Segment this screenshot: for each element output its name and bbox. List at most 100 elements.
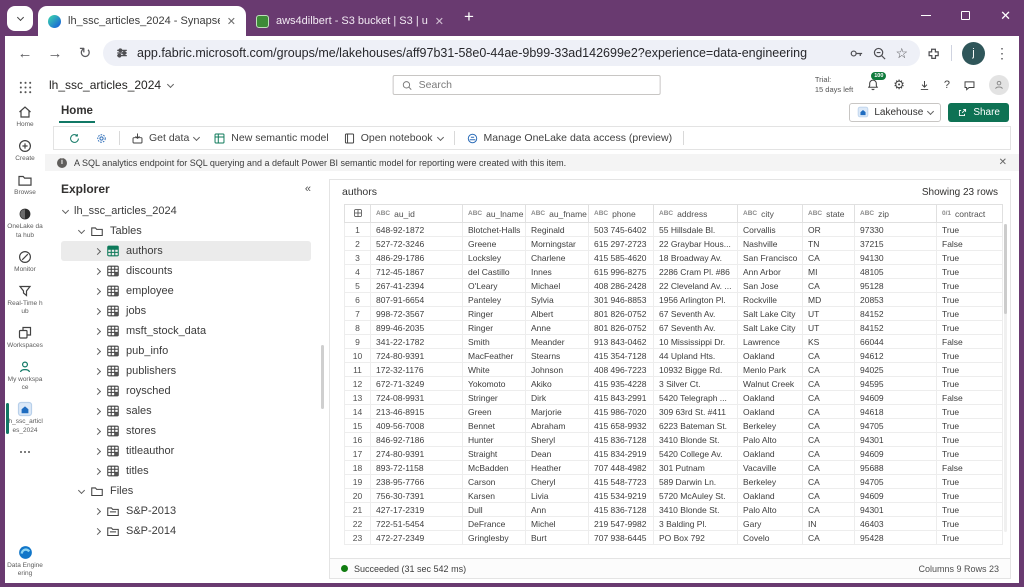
rail-item-lakehouse-item[interactable]: lh_ssc_articles_2024	[5, 397, 45, 439]
data-engineering-icon	[17, 544, 34, 561]
chevron-right-icon[interactable]	[94, 527, 101, 534]
tab-close-icon[interactable]: ✕	[227, 15, 236, 28]
item-title[interactable]: lh_ssc_articles_2024	[49, 78, 173, 92]
chevron-right-icon[interactable]	[94, 267, 101, 274]
minimize-button[interactable]	[921, 15, 931, 16]
tree-files-folder[interactable]: Files	[61, 481, 311, 501]
chevron-right-icon[interactable]	[94, 247, 101, 254]
tree-table-employee[interactable]: employee	[61, 281, 311, 301]
column-type-icon: 0/1	[942, 210, 951, 217]
address-bar[interactable]: app.fabric.microsoft.com/groups/me/lakeh…	[103, 40, 920, 66]
tree-table-authors[interactable]: authors	[61, 241, 311, 261]
table-settings-button[interactable]	[89, 127, 114, 149]
tree-tables-folder[interactable]: Tables	[61, 221, 311, 241]
tab-close-icon[interactable]: ✕	[435, 15, 444, 28]
reload-icon[interactable]: ↻	[73, 41, 97, 65]
tree-file-s-p-2013[interactable]: S&P-2013	[61, 501, 311, 521]
chevron-right-icon[interactable]	[94, 327, 101, 334]
share-button[interactable]: Share	[948, 103, 1009, 122]
browser-tab-inactive[interactable]: aws4dilbert - S3 bucket | S3 | us ✕	[246, 6, 454, 36]
browser-tab-active[interactable]: lh_ssc_articles_2024 - Synapse D ✕	[38, 6, 246, 36]
cell: 5720 McAuley St.	[654, 489, 738, 503]
cell: CA	[803, 251, 855, 265]
cell: CA	[803, 349, 855, 363]
back-icon[interactable]: ←	[13, 41, 37, 65]
panel-resize-handle[interactable]	[321, 345, 324, 409]
column-name: address	[677, 209, 707, 219]
tree-table-roysched[interactable]: roysched	[61, 381, 311, 401]
rail-item-my-workspace[interactable]: My workspace	[5, 355, 45, 397]
settings-gear-icon[interactable]: ⚙	[893, 77, 905, 93]
tree-table-pub_info[interactable]: pub_info	[61, 341, 311, 361]
forward-icon[interactable]: →	[43, 41, 67, 65]
new-semantic-model-button[interactable]: New semantic model	[207, 127, 334, 149]
extensions-icon[interactable]	[926, 46, 941, 61]
vertical-scrollbar[interactable]	[1004, 224, 1007, 532]
rail-item-onelake-data-hub[interactable]: OneLake data hub	[5, 202, 45, 244]
account-avatar[interactable]	[989, 75, 1009, 95]
chevron-right-icon[interactable]	[94, 287, 101, 294]
manage-onelake-data-access-preview-button[interactable]: Manage OneLake data access (preview)	[460, 127, 679, 149]
chevron-right-icon[interactable]	[94, 367, 101, 374]
tree-table-sales[interactable]: sales	[61, 401, 311, 421]
chevron-down-icon[interactable]	[62, 206, 69, 213]
rail-item-monitor[interactable]: Monitor	[5, 245, 45, 279]
cell: 3 Silver Ct.	[654, 377, 738, 391]
chevron-right-icon[interactable]	[94, 507, 101, 514]
refresh-button[interactable]	[62, 127, 87, 149]
zoom-out-icon[interactable]	[872, 46, 887, 61]
open-notebook-button[interactable]: Open notebook	[337, 127, 449, 149]
cell: Dean	[526, 447, 589, 461]
tab-home[interactable]: Home	[59, 102, 95, 123]
tree-root[interactable]: lh_ssc_articles_2024	[61, 201, 311, 221]
chevron-down-icon[interactable]	[78, 226, 85, 233]
chevron-right-icon[interactable]	[94, 307, 101, 314]
chevron-right-icon[interactable]	[94, 447, 101, 454]
cell: MI	[803, 265, 855, 279]
password-key-icon[interactable]	[849, 46, 864, 61]
search-input[interactable]: Search	[393, 75, 661, 95]
rail-item-browse[interactable]: Browse	[5, 168, 45, 202]
tree-table-jobs[interactable]: jobs	[61, 301, 311, 321]
new-tab-button[interactable]: +	[464, 7, 474, 27]
banner-close-icon[interactable]: ✕	[999, 157, 1007, 168]
chevron-right-icon[interactable]	[94, 427, 101, 434]
rail-item-workspaces[interactable]: Workspaces	[5, 321, 45, 355]
rail-item-app-launcher[interactable]	[5, 76, 45, 100]
tree-file-s-p-2014[interactable]: S&P-2014	[61, 521, 311, 541]
bookmark-star-icon[interactable]: ☆	[895, 45, 908, 62]
window-close-button[interactable]: ✕	[1000, 9, 1011, 22]
maximize-button[interactable]	[961, 11, 970, 20]
chevron-down-icon[interactable]	[78, 486, 85, 493]
chevron-right-icon[interactable]	[94, 467, 101, 474]
rail-item-home[interactable]: Home	[5, 100, 45, 134]
rail-item-more[interactable]	[5, 440, 45, 465]
feedback-icon[interactable]	[963, 79, 976, 92]
notifications-icon[interactable]: 100	[866, 78, 880, 92]
chevron-right-icon[interactable]	[94, 387, 101, 394]
tab-search-button[interactable]	[7, 6, 33, 31]
downloads-icon[interactable]	[918, 79, 931, 92]
tree-table-discounts[interactable]: discounts	[61, 261, 311, 281]
tree-table-msft_stock_data[interactable]: msft_stock_data	[61, 321, 311, 341]
site-settings-icon[interactable]	[115, 46, 129, 60]
collapse-panel-icon[interactable]: «	[305, 183, 311, 195]
help-icon[interactable]: ?	[944, 79, 950, 91]
cell: UT	[803, 321, 855, 335]
chevron-right-icon[interactable]	[94, 407, 101, 414]
tree-table-titleauthor[interactable]: titleauthor	[61, 441, 311, 461]
item-type-dropdown[interactable]: Lakehouse	[849, 103, 941, 122]
profile-avatar[interactable]: j	[962, 42, 985, 65]
cell: Gary	[738, 517, 803, 531]
tab-strip: lh_ssc_articles_2024 - Synapse D ✕ aws4d…	[5, 0, 1019, 36]
tree-table-stores[interactable]: stores	[61, 421, 311, 441]
get-data-button[interactable]: Get data	[125, 127, 205, 149]
rail-item-create[interactable]: Create	[5, 134, 45, 168]
tree-table-publishers[interactable]: publishers	[61, 361, 311, 381]
chevron-right-icon[interactable]	[94, 347, 101, 354]
tree-table-titles[interactable]: titles	[61, 461, 311, 481]
tree-item-label: S&P-2014	[126, 525, 176, 537]
chrome-menu-icon[interactable]: ⋮	[995, 45, 1009, 62]
rail-item-real-time-hub[interactable]: Real-Time hub	[5, 279, 45, 321]
rail-item-data-engineering[interactable]: Data Engineering	[5, 540, 45, 583]
